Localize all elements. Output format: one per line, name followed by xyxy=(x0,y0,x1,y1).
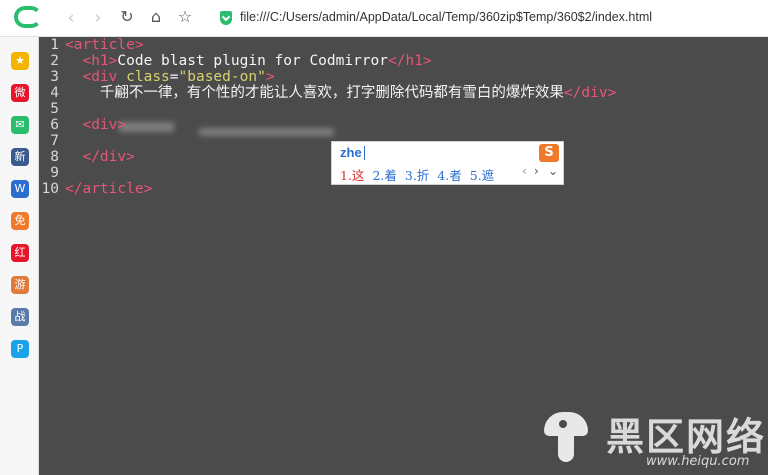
url-text[interactable]: file:///C:/Users/admin/AppData/Local/Tem… xyxy=(240,10,652,24)
watermark: 黑区网络 www.heiqu.com xyxy=(536,404,768,475)
code-token: <h1> xyxy=(82,53,118,69)
shop-icon[interactable]: 红 xyxy=(11,244,29,262)
forward-button[interactable]: › xyxy=(89,9,107,27)
ime-candidate[interactable]: 1.这 xyxy=(340,165,364,184)
sidebar: ★ 微 ✉ 新 W 免红游战 P xyxy=(0,37,39,475)
code-token: > xyxy=(265,69,275,85)
code-token: </div> xyxy=(563,85,617,101)
ime-candidate-list: 1.这 2.着 3.折 4.者 5.遮 xyxy=(340,165,502,184)
back-button[interactable]: ‹ xyxy=(62,9,80,27)
ime-candidate[interactable]: 4.者 xyxy=(437,165,461,184)
code-token: "based-on" xyxy=(178,69,266,85)
address-bar[interactable]: file:///C:/Users/admin/AppData/Local/Tem… xyxy=(212,6,762,30)
game2-icon[interactable]: 战 xyxy=(11,308,29,326)
ime-candidate[interactable]: 2.着 xyxy=(372,165,396,184)
code-text[interactable]: </div> xyxy=(65,149,135,165)
code-token: </article> xyxy=(65,181,153,197)
code-text[interactable]: <div class="based-on"> xyxy=(65,69,275,85)
shield-icon xyxy=(220,11,232,25)
line-number: 1 xyxy=(50,37,59,53)
code-token: </h1> xyxy=(388,53,432,69)
code-text[interactable]: </article> xyxy=(65,181,152,197)
line-number: 10 xyxy=(41,181,59,197)
code-text[interactable]: <div> xyxy=(65,117,126,133)
line-number: 3 xyxy=(50,69,59,85)
watermark-url: www.heiqu.com xyxy=(646,454,750,469)
line-number: 5 xyxy=(50,101,59,117)
ime-candidate[interactable]: 3.折 xyxy=(405,165,429,184)
news-icon[interactable]: 新 xyxy=(11,148,29,166)
code-token: Code blast plugin for Codmirror xyxy=(117,53,389,69)
mail-icon[interactable]: ✉ xyxy=(11,116,29,134)
ime-caret xyxy=(364,146,365,160)
home-button[interactable]: ⌂ xyxy=(147,8,165,26)
line-number: 8 xyxy=(50,149,59,165)
sogou-logo-icon[interactable]: S xyxy=(539,144,559,162)
browser-logo-icon[interactable] xyxy=(14,6,42,28)
code-text[interactable]: 千翩不一律，有个性的才能让人喜欢，打字删除代码都有雪白的爆炸效果</div> xyxy=(65,85,616,101)
doc-icon[interactable]: W xyxy=(11,180,29,198)
weibo-icon[interactable]: 微 xyxy=(11,84,29,102)
code-token: <article> xyxy=(65,37,144,53)
code-token: </div> xyxy=(82,149,135,165)
code-token: = xyxy=(169,69,179,85)
ime-candidate-window: zhe S 1.这 2.着 3.折 4.者 5.遮 ‹ › ⌄ xyxy=(331,141,564,185)
bookmark-star-button[interactable]: ☆ xyxy=(176,8,194,26)
ime-next-page-button[interactable]: › xyxy=(534,164,539,178)
blurred-code xyxy=(119,122,174,132)
code-token: 千翩不一律，有个性的才能让人喜欢，打字删除代码都有雪白的爆炸效果 xyxy=(65,85,564,101)
blurred-code xyxy=(199,128,334,136)
mushroom-eye xyxy=(559,420,567,428)
code-text[interactable]: <h1>Code blast plugin for Codmirror</h1> xyxy=(65,53,432,69)
novel-icon[interactable]: 免 xyxy=(11,212,29,230)
line-number: 6 xyxy=(50,117,59,133)
browser-toolbar: ‹ › ↻ ⌂ ☆ file:///C:/Users/admin/AppData… xyxy=(0,0,768,37)
mushroom-stem xyxy=(558,434,574,462)
line-number: 4 xyxy=(50,85,59,101)
code-token: class xyxy=(126,69,170,85)
watermark-title: 黑区网络 xyxy=(606,415,767,459)
ime-expand-button[interactable]: ⌄ xyxy=(548,164,558,178)
line-number: 2 xyxy=(50,53,59,69)
ime-candidate[interactable]: 5.遮 xyxy=(470,165,494,184)
code-text[interactable]: <article> xyxy=(65,37,144,53)
pay-icon[interactable]: P xyxy=(11,340,29,358)
code-token: <div xyxy=(82,69,127,85)
reload-button[interactable]: ↻ xyxy=(118,8,136,26)
ime-input-text: zhe xyxy=(340,145,362,160)
game-icon[interactable]: 游 xyxy=(11,276,29,294)
code-token: <div> xyxy=(82,117,127,133)
ime-prev-page-button[interactable]: ‹ xyxy=(522,164,527,178)
favorites-icon[interactable]: ★ xyxy=(11,52,29,70)
line-number: 7 xyxy=(50,133,59,149)
line-number: 9 xyxy=(50,165,59,181)
